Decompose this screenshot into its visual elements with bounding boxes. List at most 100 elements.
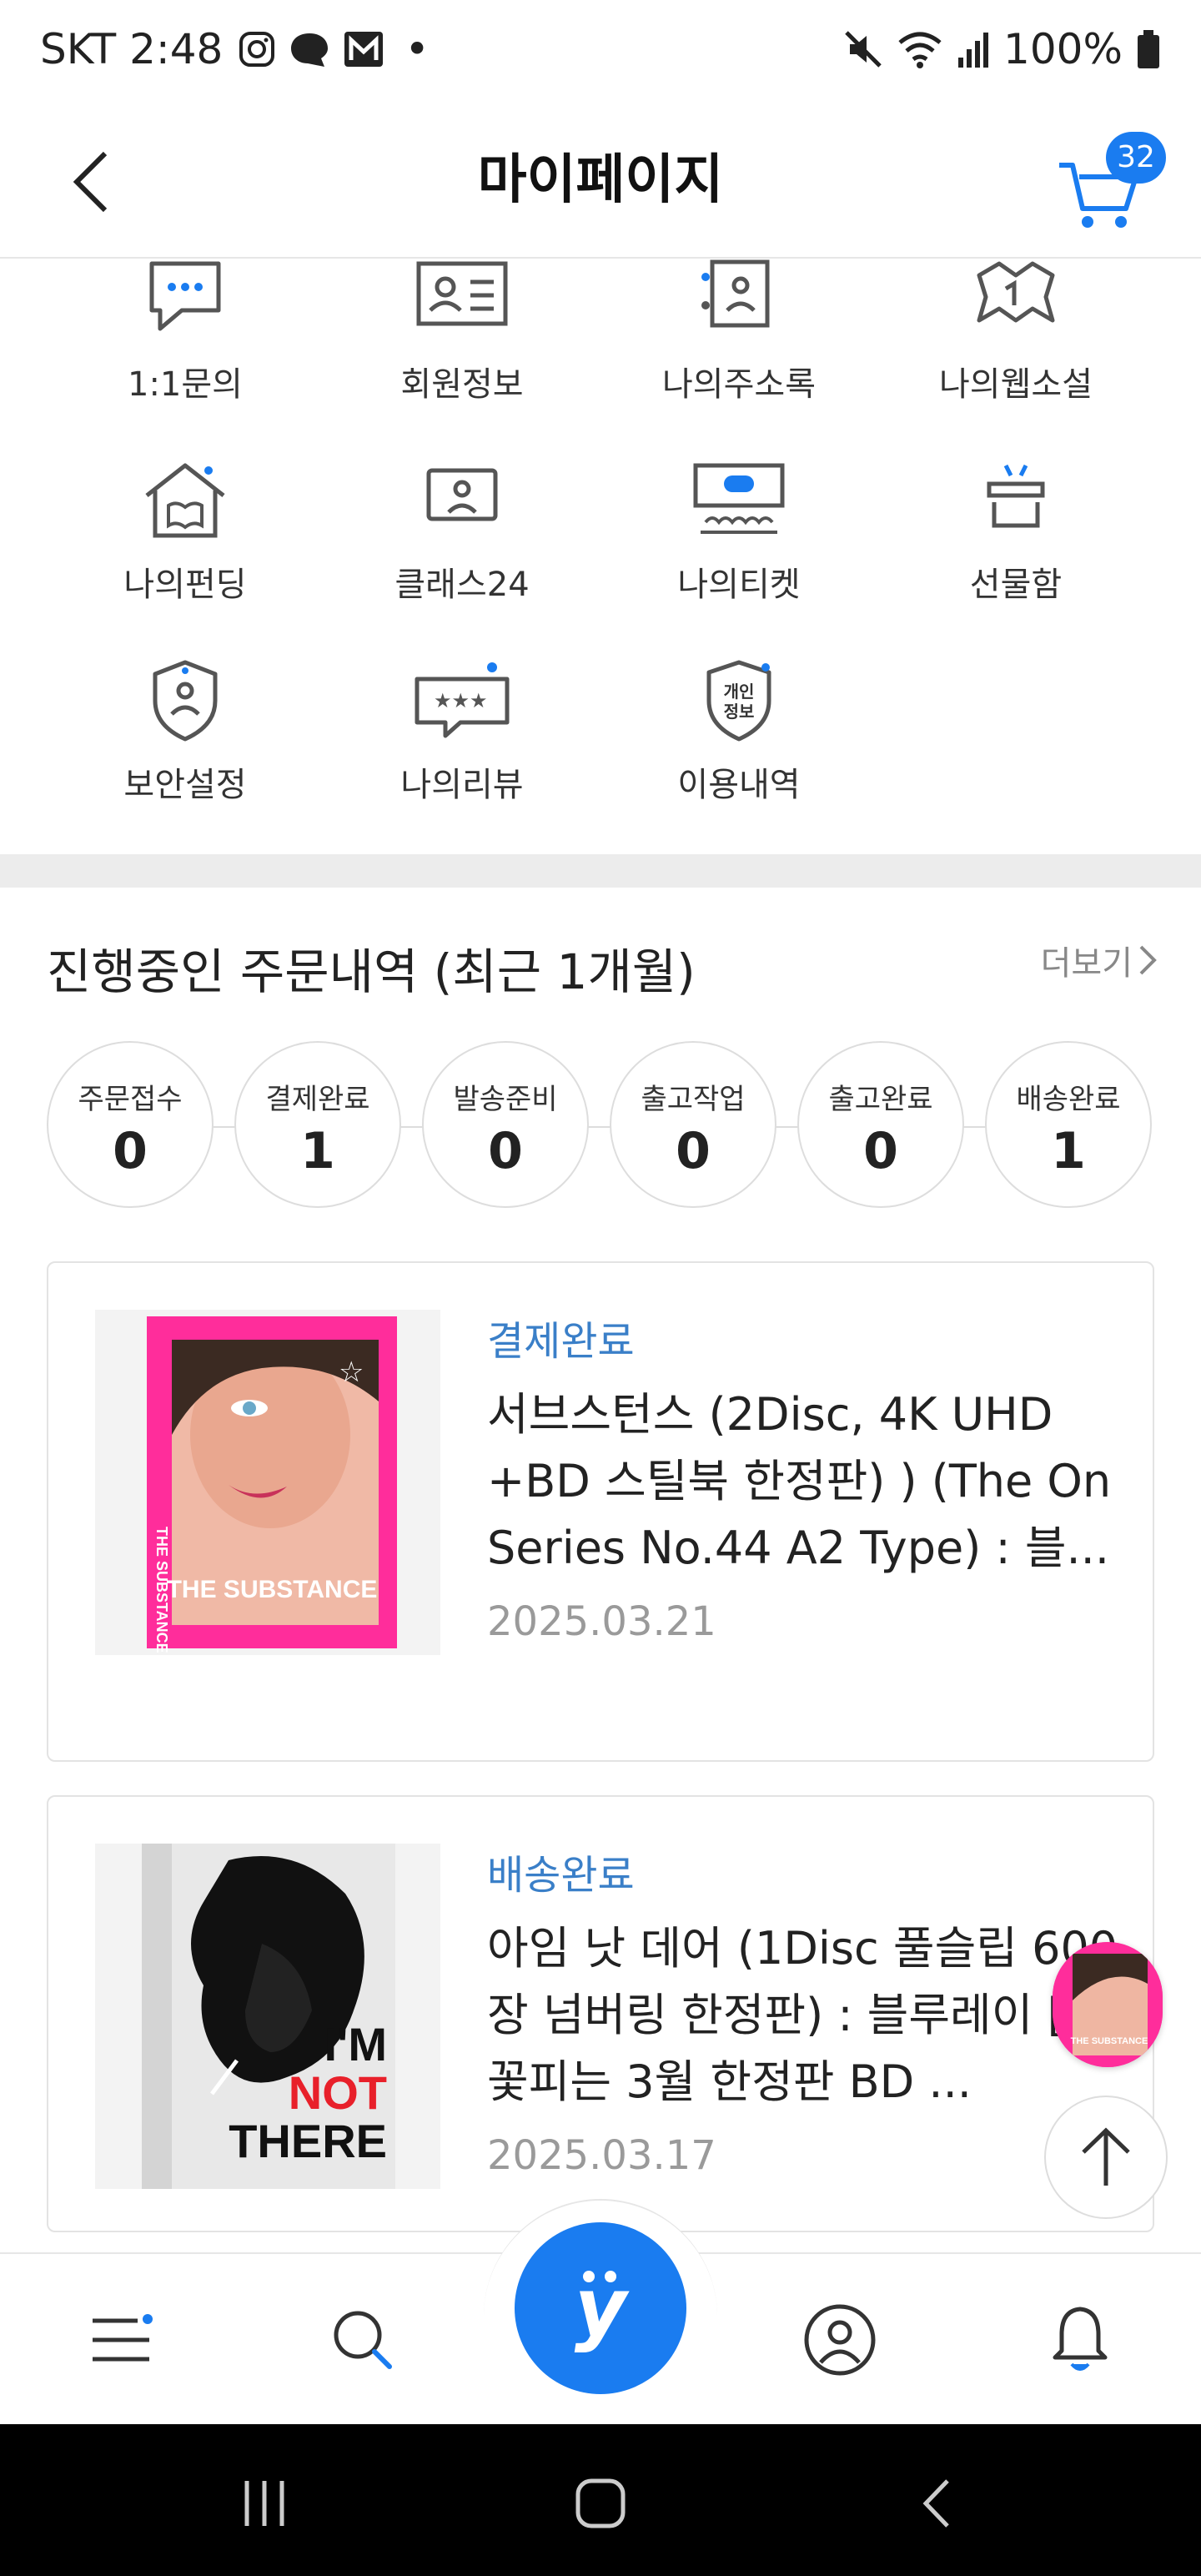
cart-count-badge: 32 [1106, 132, 1166, 184]
status-bar: SKT 2:48 • 100% [0, 0, 1201, 107]
chevron-right-icon [1139, 945, 1157, 975]
recent-apps-button[interactable] [227, 2466, 302, 2541]
svg-text:★★★: ★★★ [434, 689, 488, 712]
menu-label: 1:1문의 [128, 365, 243, 404]
order-status: 결제완료 [487, 1318, 635, 1365]
id-card-icon [416, 261, 508, 326]
ticket-stage-icon [693, 463, 785, 534]
monitor-person-icon [426, 468, 498, 521]
my-menu-grid: 1:1문의 회원정보 나의주소록 나의웹소설 나의펀딩 클래스24 나의티켓 선… [0, 259, 1201, 853]
step-count: 0 [676, 1122, 711, 1180]
menu-item-class24[interactable]: 클래스24 [324, 459, 600, 606]
privacy-badge-icon: 개인정보 [706, 660, 771, 742]
recent-apps-icon [244, 2481, 284, 2526]
order-status-steps: 주문접수 0 결제완료 1 발송준비 0 출고작업 0 출고완료 0 배송완료 1 [47, 1041, 1156, 1211]
app-header: 마이페이지 32 [0, 107, 1201, 259]
book-open-icon [977, 261, 1055, 323]
menu-label: 나의리뷰 [400, 766, 524, 804]
menu-item-member-info[interactable]: 회원정보 [324, 259, 600, 405]
step-label: 결제완료 [265, 1083, 370, 1116]
product-thumbnail: THE SUBSTANCE THE SUBSTANCE ☆ [95, 1310, 440, 1655]
privacy-badge-text-2: 정보 [724, 702, 755, 722]
address-book-icon [701, 259, 770, 328]
cover-title: THE SUBSTANCE [167, 1576, 378, 1603]
home-system-button[interactable] [563, 2466, 638, 2541]
arrow-up-icon [1082, 2127, 1130, 2186]
step-delivered[interactable]: 배송완료 1 [985, 1041, 1152, 1208]
menu-item-review[interactable]: ★★★ 나의리뷰 [324, 659, 600, 806]
svg-text:☆: ☆ [339, 1356, 364, 1389]
menu-label: 보안설정 [123, 766, 247, 804]
house-book-icon [145, 463, 225, 538]
step-released[interactable]: 출고완료 0 [797, 1041, 964, 1208]
menu-item-inquiry[interactable]: 1:1문의 [47, 259, 324, 405]
order-card[interactable]: THE SUBSTANCE THE SUBSTANCE ☆ 결제완료 서브스턴스… [47, 1261, 1154, 1762]
step-count: 1 [300, 1122, 335, 1180]
home-square-icon [575, 2478, 626, 2528]
menu-label: 회원정보 [400, 365, 524, 404]
nav-profile-button[interactable] [794, 2294, 886, 2386]
system-navigation-bar [0, 2424, 1201, 2576]
mute-icon [845, 31, 882, 68]
recent-product-floating-thumbnail[interactable]: THE SUBSTANCE [1053, 1942, 1163, 2067]
step-order-received[interactable]: 주문접수 0 [47, 1041, 214, 1208]
menu-item-address-book[interactable]: 나의주소록 [600, 259, 877, 405]
shield-icon [153, 660, 218, 742]
step-label: 발송준비 [453, 1083, 558, 1116]
order-title: 서브스턴스 (2Disc, 4K UHD +BD 스틸북 한정판) ) (The… [487, 1388, 1112, 1574]
battery-percent: 100% [1003, 25, 1123, 73]
battery-icon [1138, 30, 1159, 68]
menu-label: 나의티켓 [677, 566, 801, 604]
order-info: 결제완료 서브스턴스 (2Disc, 4K UHD +BD 스틸북 한정판) )… [487, 1308, 1121, 1645]
im-not-there-cover-image: I'M NOT THERE [95, 1844, 440, 2189]
orders-section-title: 진행중인 주문내역 (최근 1개월) [47, 943, 696, 1000]
order-title: 아임 낫 데어 (1Disc 풀슬립 600장 넘버링 한정판) : 블루레이 … [487, 1922, 1118, 2108]
status-right: 100% [843, 25, 1161, 73]
menu-label: 클래스24 [394, 566, 530, 604]
step-payment-complete[interactable]: 결제완료 1 [234, 1041, 401, 1208]
search-icon [334, 2311, 392, 2369]
menu-icon [93, 2314, 153, 2362]
menu-item-web-novel[interactable]: 나의웹소설 [877, 259, 1154, 405]
order-info: 배송완료 아임 낫 데어 (1Disc 풀슬립 600장 넘버링 한정판) : … [487, 1842, 1121, 2179]
step-label: 출고작업 [641, 1083, 746, 1116]
cover-title-line-1: I'M [324, 2018, 387, 2070]
scroll-top-button[interactable] [1044, 2096, 1168, 2219]
step-count: 1 [1051, 1122, 1086, 1180]
instagram-icon [239, 32, 275, 67]
nav-notification-button[interactable] [1034, 2294, 1126, 2386]
menu-item-gift-box[interactable]: 선물함 [877, 459, 1154, 606]
step-release-work[interactable]: 출고작업 0 [610, 1041, 776, 1208]
step-label: 출고완료 [828, 1083, 933, 1116]
thread-icon [291, 33, 329, 67]
yes24-logo-icon: y [575, 2261, 630, 2354]
more-label: 더보기 [1040, 944, 1133, 983]
cart-button[interactable]: 32 [1054, 132, 1166, 232]
order-card[interactable]: I'M NOT THERE 배송완료 아임 낫 데어 (1Disc 풀슬립 60… [47, 1795, 1154, 2232]
back-chevron-icon [922, 2479, 949, 2528]
menu-item-usage-history[interactable]: 개인 정보 이용내역 [600, 659, 877, 806]
menu-item-funding[interactable]: 나의펀딩 [47, 459, 324, 606]
menu-item-ticket[interactable]: 나의티켓 [600, 459, 877, 606]
carrier-time: SKT 2:48 [40, 25, 224, 73]
cover-title-line-2: NOT [289, 2066, 387, 2119]
nav-menu-button[interactable] [75, 2294, 167, 2386]
notification-dot: • [405, 25, 430, 73]
more-link[interactable]: 더보기 [1041, 936, 1158, 984]
review-stars-icon: ★★★ [415, 662, 510, 738]
product-thumbnail: I'M NOT THERE [95, 1844, 440, 2189]
step-count: 0 [863, 1122, 898, 1180]
step-preparing[interactable]: 발송준비 0 [422, 1041, 589, 1208]
nav-search-button[interactable] [317, 2294, 409, 2386]
profile-icon [804, 2304, 876, 2376]
menu-item-security[interactable]: 보안설정 [47, 659, 324, 806]
recent-product-cover-text: THE SUBSTANCE [1071, 2036, 1148, 2046]
recent-product-image: THE SUBSTANCE [1053, 1942, 1163, 2067]
privacy-badge-text-1: 개인 [724, 682, 755, 702]
nav-home-button[interactable]: y [515, 2222, 686, 2394]
step-label: 배송완료 [1016, 1083, 1121, 1116]
back-system-button[interactable] [901, 2466, 976, 2541]
order-status: 배송완료 [487, 1852, 635, 1899]
bell-icon [1053, 2307, 1108, 2371]
cover-title-line-3: THERE [229, 2115, 387, 2167]
